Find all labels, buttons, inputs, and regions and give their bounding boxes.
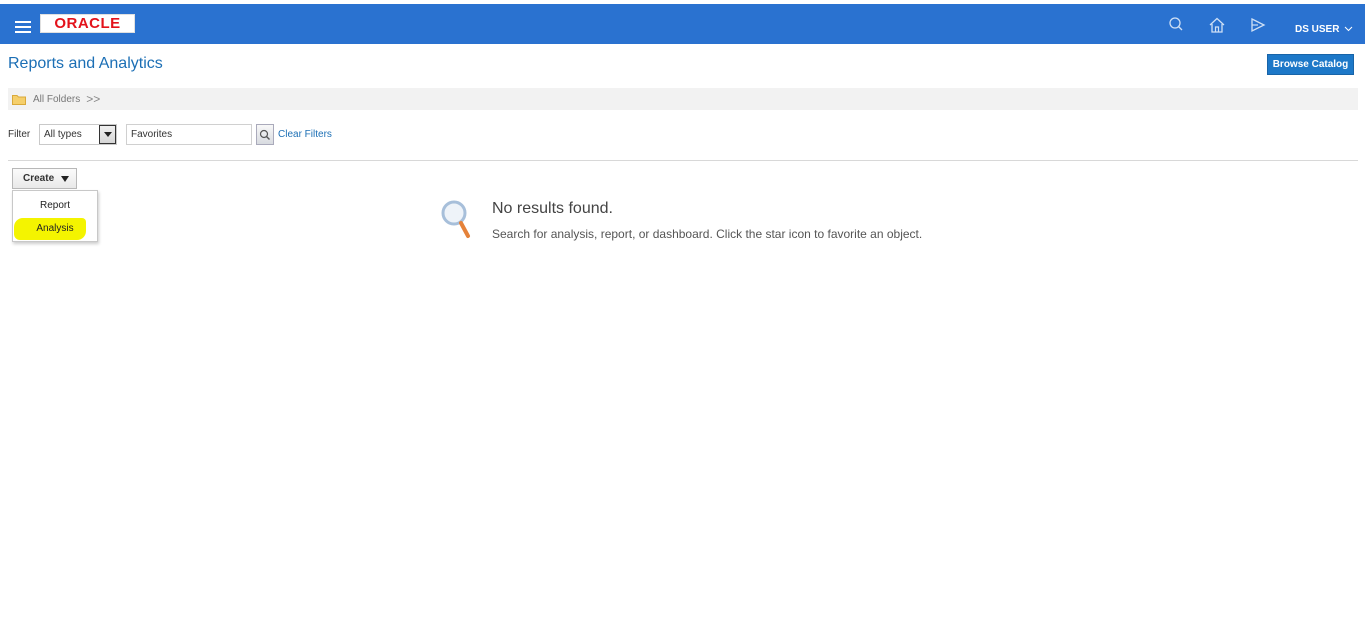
magnifier-icon xyxy=(439,198,475,240)
user-name: DS USER xyxy=(1295,24,1340,35)
clear-filters-link[interactable]: Clear Filters xyxy=(278,129,332,140)
no-results-title: No results found. xyxy=(492,200,613,217)
type-select-value: All types xyxy=(44,129,82,140)
create-button[interactable]: Create xyxy=(12,168,77,189)
search-button[interactable] xyxy=(256,124,274,145)
menu-item-report[interactable]: Report xyxy=(13,194,97,216)
breadcrumb-all-folders[interactable]: All Folders xyxy=(33,94,80,105)
create-button-label: Create xyxy=(23,173,55,184)
breadcrumb-separator-icon: >> xyxy=(86,92,101,106)
search-icon[interactable] xyxy=(1168,16,1186,34)
oracle-logo[interactable]: ORACLE xyxy=(40,14,135,33)
menu-item-analysis[interactable]: Analysis xyxy=(13,217,97,239)
search-icon xyxy=(259,129,270,140)
search-input[interactable] xyxy=(126,124,252,145)
create-menu: Report Analysis xyxy=(12,190,98,242)
chevron-down-icon xyxy=(1344,26,1353,32)
dropdown-arrow-icon[interactable] xyxy=(99,125,116,144)
home-icon[interactable] xyxy=(1208,16,1226,34)
browse-catalog-button[interactable]: Browse Catalog xyxy=(1267,54,1354,75)
folder-icon xyxy=(12,94,26,105)
caret-down-icon xyxy=(61,175,70,182)
breadcrumb: All Folders >> xyxy=(8,88,1358,110)
navigator-icon[interactable] xyxy=(1249,16,1267,34)
type-select[interactable]: All types xyxy=(39,124,117,145)
user-menu[interactable]: DS USER xyxy=(1295,24,1353,35)
top-navigation-bar: ORACLE DS USER xyxy=(0,4,1365,44)
no-results-message: Search for analysis, report, or dashboar… xyxy=(492,227,923,241)
menu-icon[interactable] xyxy=(15,21,31,33)
logo-text: ORACLE xyxy=(54,15,121,32)
divider xyxy=(8,160,1358,161)
filter-label: Filter xyxy=(8,129,31,140)
page-title: Reports and Analytics xyxy=(8,55,163,72)
